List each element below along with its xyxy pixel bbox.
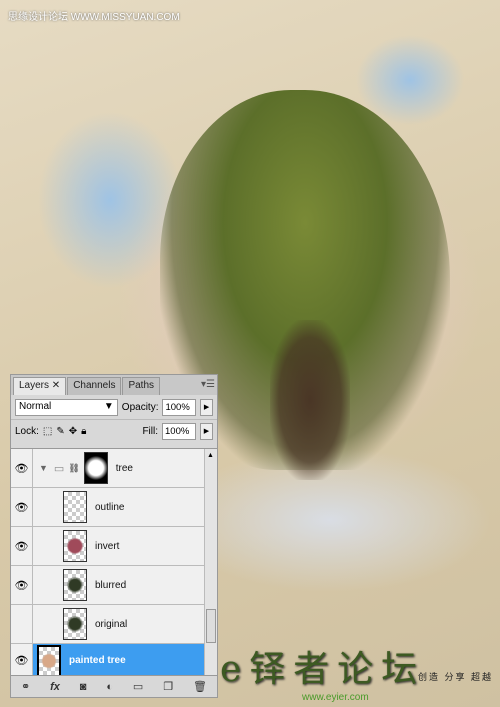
mask-icon[interactable]: ◙: [80, 681, 87, 693]
watermark: 思缘设计论坛 WWW.MISSYUAN.COM: [8, 8, 180, 23]
layer-name: invert: [95, 540, 120, 552]
opacity-label: Opacity:: [121, 401, 159, 413]
watermark-site-name: 思缘设计论坛: [8, 12, 68, 23]
chevron-down-icon: ▼: [103, 400, 114, 412]
layer-blurred[interactable]: 👁︎ blurred: [11, 566, 204, 605]
lock-move-icon[interactable]: ✥: [69, 426, 77, 437]
visibility-eye-icon[interactable]: 👁︎: [11, 566, 33, 604]
blend-mode-value: Normal: [19, 400, 52, 412]
lock-all-icon[interactable]: 🔒︎: [81, 426, 86, 437]
footer-logo: e铎者论坛: [220, 649, 426, 690]
layer-name: original: [95, 618, 128, 630]
layer-original[interactable]: original: [11, 605, 204, 644]
layer-thumbnail: [63, 491, 87, 523]
opacity-slider-button[interactable]: ▶: [200, 398, 213, 416]
watermark-url: WWW.MISSYUAN.COM: [70, 12, 180, 23]
tab-channels[interactable]: Channels: [67, 377, 122, 395]
visibility-eye-icon[interactable]: 👁︎: [11, 644, 33, 677]
tab-layers[interactable]: Layers ✕: [13, 377, 67, 395]
tab-paths[interactable]: Paths: [122, 377, 161, 395]
visibility-toggle-empty[interactable]: [11, 605, 33, 643]
layer-thumbnail: [63, 569, 87, 601]
layer-name: painted tree: [69, 655, 126, 666]
lock-row: Lock: ⬚ ✎ ✥ 🔒︎ Fill: 100% ▶: [11, 419, 217, 443]
layer-list: 👁︎ ▼ ▭ ⛓ tree 👁︎ outline 👁︎ invert 👁︎ bl…: [11, 448, 217, 678]
visibility-eye-icon[interactable]: 👁︎: [11, 488, 33, 526]
blend-mode-select[interactable]: Normal ▼: [15, 398, 118, 416]
visibility-eye-icon[interactable]: 👁︎: [11, 527, 33, 565]
tab-label: Layers: [19, 380, 50, 391]
layers-panel: Layers ✕ Channels Paths ▾☰ Normal ▼ Opaci…: [10, 374, 218, 698]
scrollbar-thumb[interactable]: [206, 609, 216, 643]
folder-icon[interactable]: ▭: [133, 680, 143, 693]
layer-group-tree[interactable]: 👁︎ ▼ ▭ ⛓ tree: [11, 449, 204, 488]
panel-footer: ⚭ fx ◙ ◐ ▭ ❐ 🗑︎: [11, 675, 217, 697]
new-layer-icon[interactable]: ❐: [163, 680, 173, 693]
layer-list-scrollbar[interactable]: ▲: [204, 449, 217, 677]
layer-thumbnail: [37, 644, 61, 677]
lock-transparency-icon[interactable]: ⬚: [43, 426, 52, 437]
trash-icon[interactable]: 🗑︎: [193, 680, 207, 693]
layer-name: outline: [95, 501, 125, 513]
fx-icon[interactable]: fx: [50, 681, 60, 693]
expand-triangle-icon[interactable]: ▼: [39, 463, 48, 473]
visibility-eye-icon[interactable]: 👁︎: [11, 449, 33, 487]
footer-logo-url: www.eyier.com: [302, 692, 369, 703]
close-icon[interactable]: ✕: [52, 380, 60, 391]
panel-tabs: Layers ✕ Channels Paths ▾☰: [11, 375, 217, 395]
layer-painted-tree[interactable]: 👁︎ painted tree: [11, 644, 204, 678]
layer-name: blurred: [95, 579, 127, 591]
opacity-input[interactable]: 100%: [162, 398, 197, 416]
layer-invert[interactable]: 👁︎ invert: [11, 527, 204, 566]
lock-brush-icon[interactable]: ✎: [56, 426, 64, 437]
link-icon[interactable]: ⚭: [21, 680, 30, 693]
tree-trunk: [270, 320, 350, 480]
fill-input[interactable]: 100%: [162, 423, 196, 440]
fill-label: Fill:: [142, 426, 158, 437]
lock-label: Lock:: [15, 426, 39, 437]
adjustment-icon[interactable]: ◐: [106, 681, 113, 693]
layer-thumbnail: [63, 608, 87, 640]
layer-outline[interactable]: 👁︎ outline: [11, 488, 204, 527]
layer-mask-thumbnail: [83, 452, 108, 484]
panel-menu-icon[interactable]: ▾☰: [201, 379, 215, 390]
folder-icon: ▭: [53, 462, 65, 475]
blend-row: Normal ▼ Opacity: 100% ▶: [11, 395, 217, 419]
layer-name: tree: [115, 462, 133, 474]
footer-slogan: 创造 分享 超越: [418, 672, 494, 682]
layer-thumbnail: [63, 530, 87, 562]
scroll-up-icon[interactable]: ▲: [207, 452, 214, 459]
mask-link-icon[interactable]: ⛓: [68, 463, 79, 474]
fill-slider-button[interactable]: ▶: [200, 423, 213, 440]
